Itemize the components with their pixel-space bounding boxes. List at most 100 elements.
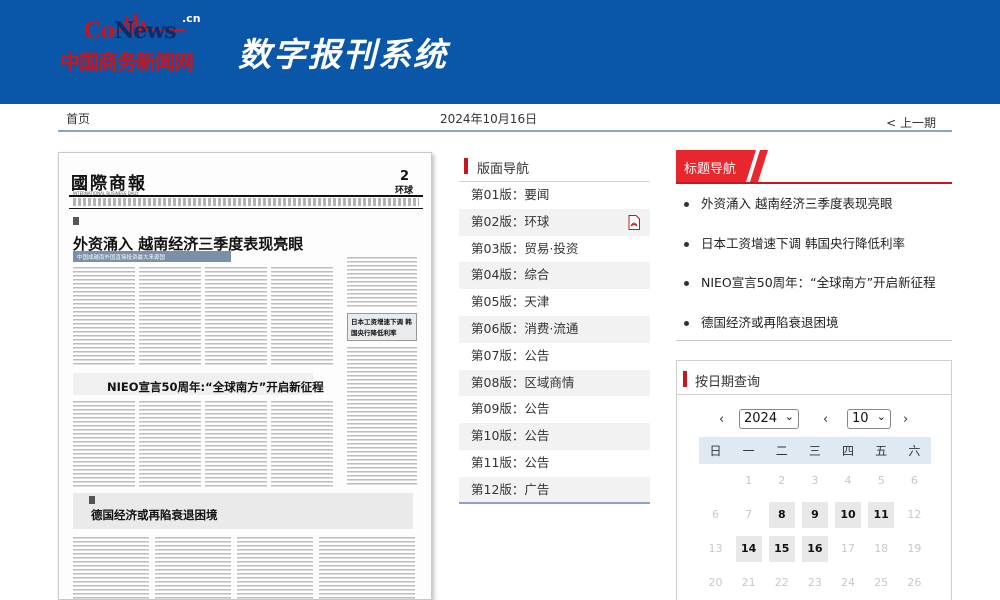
text-column: [319, 537, 415, 599]
title-navigation-panel: 标题导航 外资涌入 越南经济三季度表现亮眼 日本工资增速下调 韩国央行降低利率 NI…: [676, 150, 952, 341]
month-select[interactable]: 10 ⌄: [847, 409, 891, 429]
text-column: [73, 267, 135, 367]
text-column: [73, 537, 149, 599]
article-subheadline-vietnam: 中国成越南外国直接投资最大来源国: [73, 251, 231, 262]
section-tag: ​: [89, 496, 95, 504]
pdf-file-icon[interactable]: [628, 214, 640, 230]
home-link[interactable]: 首页: [66, 110, 90, 127]
page-link[interactable]: 第01版：要闻: [459, 182, 650, 209]
site-header: CoNews .cn 中国商务新闻网 数字报刊系统: [0, 0, 1000, 104]
text-column: [155, 537, 231, 599]
calendar-day: 21: [741, 576, 756, 589]
page-link[interactable]: 第12版：广告: [459, 476, 650, 504]
calendar-day: 13: [708, 542, 723, 555]
calendar-day: 23: [807, 576, 822, 589]
calendar-day: 3: [811, 474, 819, 487]
calendar-day: 12: [907, 508, 922, 521]
next-month-button[interactable]: ›: [903, 412, 908, 427]
calendar-day-available[interactable]: 10: [835, 502, 862, 528]
page-link[interactable]: 第03版：贸易·投资: [459, 236, 650, 263]
title-list: 外资涌入 越南经济三季度表现亮眼 日本工资增速下调 韩国央行降低利率 NIEO宣言5…: [676, 190, 952, 348]
calendar-day: 6: [910, 474, 918, 487]
page-link-label: 第08版：区域商情: [471, 374, 575, 390]
calendar-day: 2: [778, 474, 786, 487]
previous-issue-link[interactable]: < 上一期: [886, 114, 936, 131]
page-link[interactable]: 第02版：环球: [459, 208, 650, 236]
layout-nav-title: 版面导航: [477, 162, 530, 177]
page-link[interactable]: 第04版：综合: [459, 262, 650, 290]
calendar-day-available[interactable]: 8: [768, 502, 795, 528]
article-headline-germany[interactable]: 德国经济或再陷衰退困境: [91, 507, 218, 523]
calendar-day: 18: [874, 542, 889, 555]
page-link-label: 第12版：广告: [471, 481, 550, 497]
page-link-label: 第09版：公告: [471, 401, 550, 417]
page-link-label: 第01版：要闻: [471, 187, 550, 202]
weekday-label: 三: [808, 444, 821, 458]
calendar-week-row: 1 2 3 4 5 6: [699, 464, 931, 498]
page-link[interactable]: 第08版：区域商情: [459, 369, 650, 397]
newspaper-page-image[interactable]: 國際商報 INTERNATIONAL BUSINESS DAILY 2 环球 ​…: [58, 152, 432, 600]
page-link-label: 第04版：综合: [471, 267, 550, 283]
year-select[interactable]: 2024 ⌄: [739, 409, 799, 429]
page-list: 第01版：要闻 第02版：环球 第03版：贸易·投资 第04版：综合 第05版：天津 第0…: [459, 182, 650, 504]
title-link[interactable]: 外资涌入 越南经济三季度表现亮眼: [676, 190, 952, 230]
page-link-label: 第07版：公告: [471, 347, 550, 363]
text-column: [237, 537, 313, 599]
year-value: 2024: [744, 411, 778, 426]
chevron-down-icon: ⌄: [876, 410, 886, 423]
prev-year-button[interactable]: ‹: [823, 412, 828, 427]
masthead-rule: [69, 195, 423, 197]
calendar-day: 1: [745, 474, 753, 487]
date-query-header: 按日期查询: [677, 361, 951, 395]
title-link[interactable]: 德国经济或再陷衰退困境: [676, 309, 952, 349]
article-headline-nieo[interactable]: NIEO宣言50周年:“全球南方”开启新征程: [107, 379, 324, 395]
logo-domain: .cn: [182, 12, 201, 25]
logo-name: 中国商务新闻网: [60, 50, 194, 74]
layout-nav-header: 版面导航: [459, 152, 650, 182]
title-link[interactable]: 日本工资增速下调 韩国央行降低利率: [676, 230, 952, 270]
calendar-day: 22: [774, 576, 789, 589]
logo-brand-co: Co: [84, 18, 115, 44]
page-link-label: 第11版：公告: [471, 454, 550, 470]
page-link[interactable]: 第07版：公告: [459, 343, 650, 370]
calendar-day-available[interactable]: 15: [768, 536, 795, 562]
masthead-ticker-strip: [73, 198, 419, 206]
calendar-day-available[interactable]: 16: [801, 536, 828, 562]
page-link-label: 第06版：消费·流通: [471, 320, 579, 336]
text-column: [73, 401, 135, 487]
page-link[interactable]: 第11版：公告: [459, 450, 650, 477]
calendar-day-available[interactable]: 11: [868, 502, 895, 528]
calendar-body: 1 2 3 4 5 6 6 7 8 9 10 11 12 13 14 15 16 17 18 19 20 21 22 23 24…: [699, 464, 931, 600]
text-column: [139, 267, 201, 367]
prev-month-button[interactable]: ‹: [719, 412, 724, 427]
site-logo[interactable]: CoNews .cn 中国商务新闻网: [60, 10, 218, 74]
logo-brand: CoNews: [84, 18, 177, 44]
section-tag: ​: [73, 217, 79, 225]
page-link[interactable]: 第05版：天津: [459, 289, 650, 316]
calendar-grid: 日一二三四五六 1 2 3 4 5 6 6 7 8 9 10 11 12 13 14 15 16 17 18 19 20…: [699, 437, 931, 600]
page-link-label: 第02版：环球: [471, 213, 550, 229]
calendar-week-row: 6 7 8 9 10 11 12: [699, 498, 931, 532]
issue-date: 2024年10月16日: [440, 112, 538, 126]
calendar-day-available[interactable]: 9: [801, 502, 828, 528]
calendar-day: 5: [877, 474, 885, 487]
title-nav-divider: [676, 340, 952, 341]
article-headline-japan-korea[interactable]: 日本工资增速下调 韩国央行降低利率: [347, 313, 417, 341]
newspaper-page-number: 2: [399, 169, 409, 184]
page-link[interactable]: 第06版：消费·流通: [459, 315, 650, 343]
page-link-label: 第05版：天津: [471, 294, 550, 310]
page-link[interactable]: 第10版：公告: [459, 423, 650, 450]
title-link[interactable]: NIEO宣言50周年：“全球南方”开启新征程: [676, 269, 952, 309]
calendar-day-available[interactable]: 14: [735, 536, 762, 562]
calendar-day: 17: [841, 542, 856, 555]
text-column: [347, 257, 417, 309]
page-link-label: 第10版：公告: [471, 428, 550, 444]
site-title: 数字报刊系统: [238, 35, 448, 74]
weekday-label: 六: [908, 444, 921, 458]
page-link[interactable]: 第09版：公告: [459, 396, 650, 423]
calendar-day: 6: [712, 508, 719, 521]
text-column: [205, 267, 267, 367]
page-link-label: 第03版：贸易·投资: [471, 240, 579, 256]
month-value: 10: [852, 411, 869, 426]
accent-bar: [464, 158, 468, 174]
